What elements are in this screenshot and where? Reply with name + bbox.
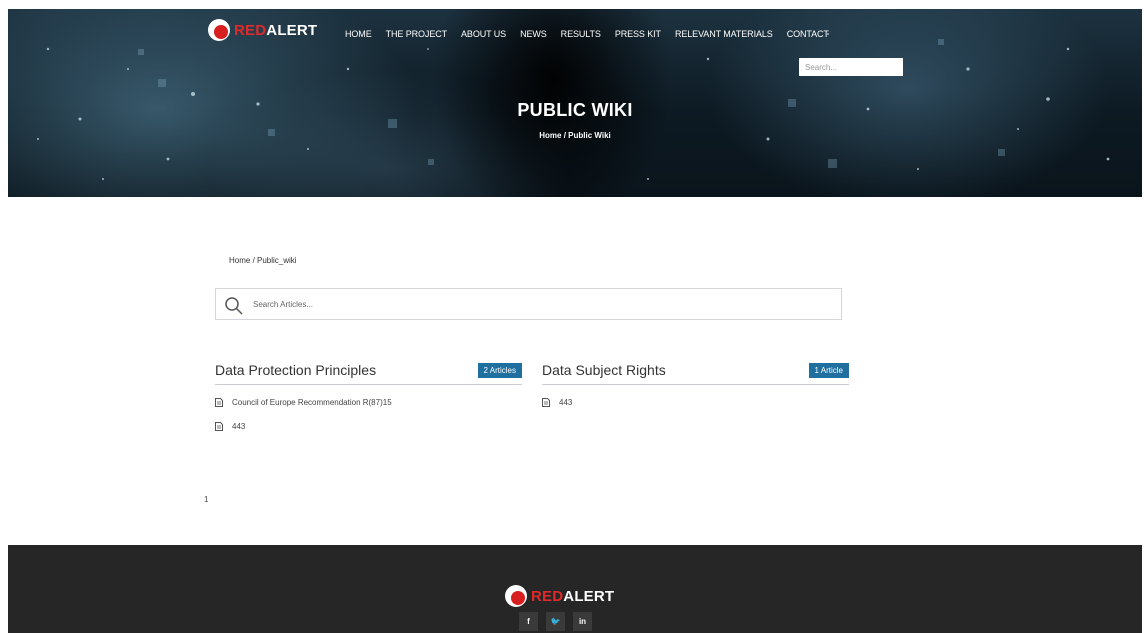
article-search-box bbox=[215, 288, 842, 320]
nav-about-us[interactable]: ABOUT US bbox=[461, 29, 506, 39]
category-header: Data Protection Principles 2 Articles bbox=[215, 360, 522, 385]
footer-logo[interactable]: REDALERT bbox=[505, 585, 614, 607]
logo-text: REDALERT bbox=[234, 21, 318, 39]
pagination-page-1[interactable]: 1 bbox=[204, 495, 208, 504]
list-item[interactable]: 443 bbox=[215, 420, 522, 432]
category-header: Data Subject Rights 1 Article bbox=[542, 360, 849, 385]
article-list: Council of Europe Recommendation R(87)15… bbox=[215, 396, 522, 432]
breadcrumb[interactable]: Home / Public_wiki bbox=[229, 256, 297, 265]
twitter-icon[interactable]: 🐦 bbox=[546, 612, 565, 631]
nav-news[interactable]: NEWS bbox=[520, 29, 547, 39]
nav-the-project[interactable]: THE PROJECT bbox=[386, 29, 448, 39]
search-icon bbox=[225, 297, 243, 315]
nav-home[interactable]: HOME bbox=[345, 29, 372, 39]
logo-mark-icon bbox=[208, 19, 230, 41]
hero-breadcrumb: Home / Public Wiki bbox=[539, 131, 611, 140]
category-title[interactable]: Data Subject Rights bbox=[542, 362, 666, 378]
nav-relevant-materials[interactable]: RELEVANT MATERIALS bbox=[675, 29, 773, 39]
article-link[interactable]: Council of Europe Recommendation R(87)15 bbox=[232, 398, 392, 407]
article-search-input[interactable] bbox=[253, 296, 813, 312]
facebook-icon[interactable]: f bbox=[519, 612, 538, 631]
site-footer: REDALERT f 🐦 in bbox=[8, 545, 1142, 633]
hero-banner: REDALERT HOME THE PROJECT ABOUT US NEWS … bbox=[8, 9, 1142, 197]
main-nav: HOME THE PROJECT ABOUT US NEWS RESULTS P… bbox=[345, 29, 843, 39]
category-data-protection-principles: Data Protection Principles 2 Articles Co… bbox=[215, 360, 522, 444]
article-link[interactable]: 443 bbox=[559, 398, 572, 407]
list-item[interactable]: Council of Europe Recommendation R(87)15 bbox=[215, 396, 522, 408]
header-search-input[interactable] bbox=[799, 58, 903, 76]
logo-text: REDALERT bbox=[531, 587, 615, 605]
linkedin-icon[interactable]: in bbox=[573, 612, 592, 631]
article-link[interactable]: 443 bbox=[232, 422, 245, 431]
article-count-badge: 2 Articles bbox=[477, 363, 522, 378]
nav-contact[interactable]: CONTACT bbox=[787, 29, 829, 39]
document-icon bbox=[215, 397, 223, 407]
page-title: PUBLIC WIKI bbox=[517, 100, 633, 120]
category-title[interactable]: Data Protection Principles bbox=[215, 362, 376, 378]
document-icon bbox=[542, 397, 550, 407]
list-item[interactable]: 443 bbox=[542, 396, 849, 408]
nav-results[interactable]: RESULTS bbox=[561, 29, 601, 39]
category-data-subject-rights: Data Subject Rights 1 Article 443 bbox=[542, 360, 849, 420]
nav-press-kit[interactable]: PRESS KIT bbox=[615, 29, 661, 39]
article-count-badge: 1 Article bbox=[808, 363, 849, 378]
logo-mark-icon bbox=[505, 585, 527, 607]
header-logo[interactable]: REDALERT bbox=[208, 19, 317, 41]
social-links: f 🐦 in bbox=[519, 612, 592, 631]
document-icon bbox=[215, 421, 223, 431]
article-list: 443 bbox=[542, 396, 849, 408]
